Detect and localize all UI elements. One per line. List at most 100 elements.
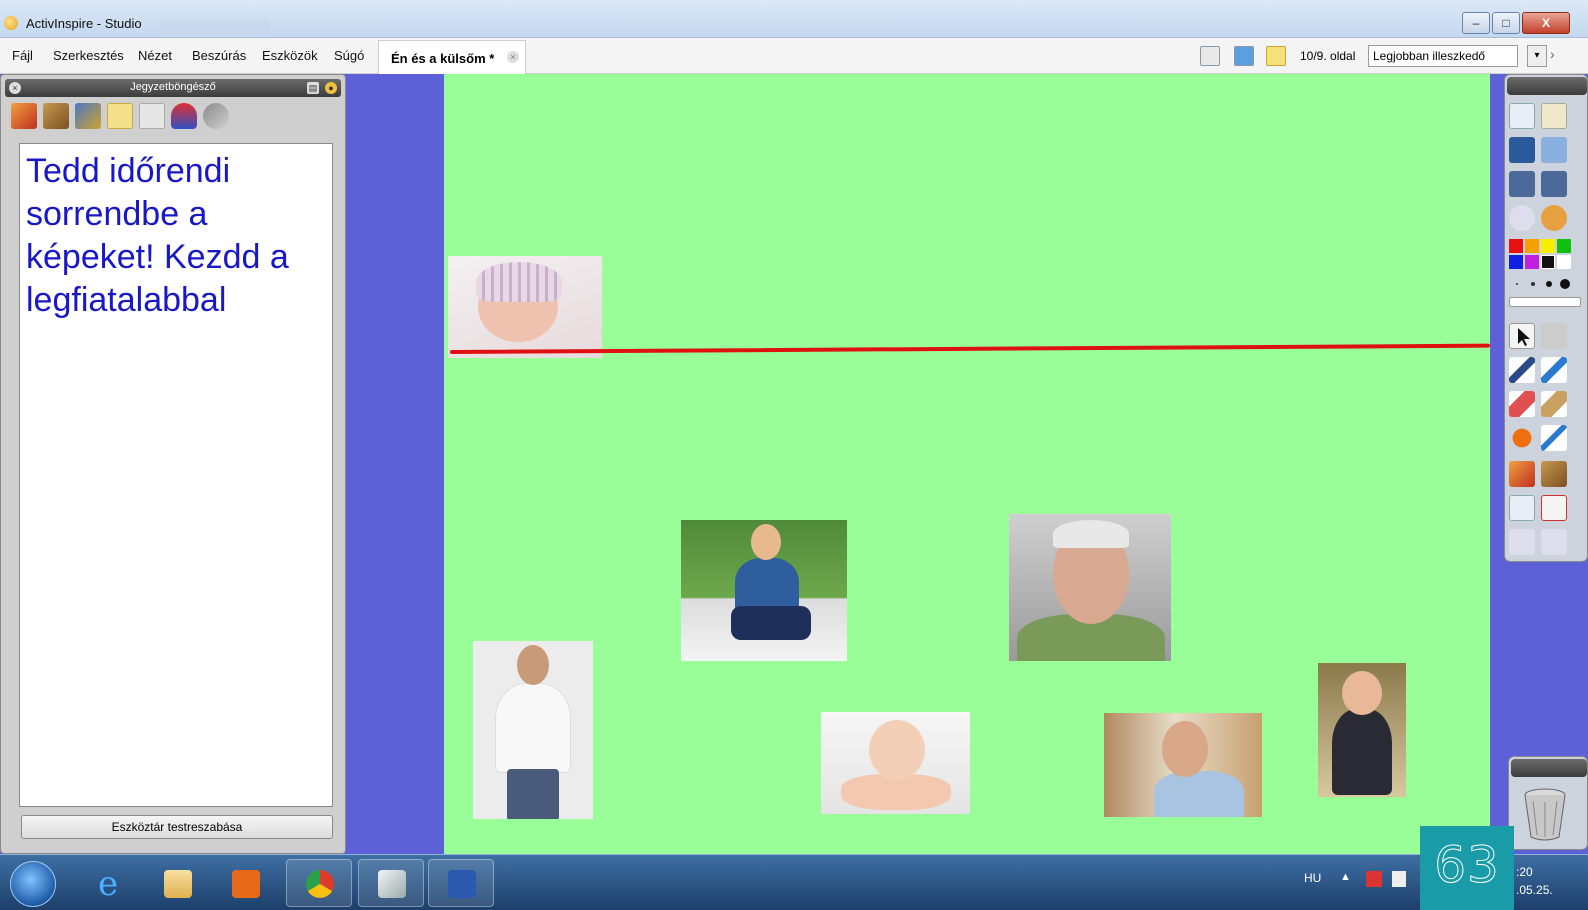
menu-insert[interactable]: Beszúrás bbox=[192, 48, 246, 63]
desktop-tray-icon[interactable] bbox=[1541, 137, 1567, 163]
color-swatch-white[interactable] bbox=[1557, 255, 1571, 269]
voting-browser-tab-icon[interactable] bbox=[203, 103, 229, 129]
color-swatch-yellow[interactable] bbox=[1541, 239, 1555, 253]
desktop-annotate-icon[interactable] bbox=[1509, 137, 1535, 163]
windows-taskbar: e HU ▲ :20 .05.25. bbox=[0, 854, 1588, 910]
resource-browser-tab-icon[interactable] bbox=[43, 103, 69, 129]
clock-time[interactable]: :20 bbox=[1516, 865, 1533, 879]
background-window-tab bbox=[160, 20, 270, 34]
fill-icon[interactable] bbox=[1541, 391, 1567, 417]
color-swatch-blue[interactable] bbox=[1509, 255, 1523, 269]
minimize-button[interactable]: – bbox=[1462, 12, 1490, 34]
internet-explorer-icon: e bbox=[98, 864, 119, 904]
maximize-button[interactable]: □ bbox=[1492, 12, 1520, 34]
document-tab-close-icon[interactable]: × bbox=[507, 51, 519, 63]
panel-menu-icon[interactable]: ● bbox=[325, 82, 337, 94]
adult-man-photo[interactable] bbox=[1104, 713, 1262, 817]
taskbar-file-explorer[interactable] bbox=[144, 859, 210, 907]
resource-browser-icon[interactable] bbox=[1541, 461, 1567, 487]
menu-view[interactable]: Nézet bbox=[138, 48, 172, 63]
toolbox-header bbox=[1507, 77, 1587, 95]
taskbar-internet-explorer[interactable]: e bbox=[78, 859, 144, 907]
pen-width-slider[interactable] bbox=[1509, 297, 1581, 307]
language-indicator[interactable]: HU bbox=[1304, 871, 1321, 885]
shape-icon[interactable] bbox=[1509, 425, 1535, 451]
page-number-badge: 63 bbox=[1420, 826, 1514, 910]
menu-edit[interactable]: Szerkesztés bbox=[53, 48, 124, 63]
eraser-icon[interactable] bbox=[1509, 391, 1535, 417]
color-swatch-purple[interactable] bbox=[1525, 255, 1539, 269]
taskbar-chrome[interactable] bbox=[286, 859, 352, 907]
baby-crawling-photo[interactable] bbox=[821, 712, 970, 814]
panel-title: Jegyzetböngésző bbox=[130, 81, 216, 93]
flipchart-page[interactable] bbox=[444, 74, 1490, 854]
tools-icon[interactable] bbox=[1541, 323, 1567, 349]
menu-tools[interactable]: Eszközök bbox=[262, 48, 318, 63]
taskbar-word[interactable] bbox=[428, 859, 494, 907]
profile-icon[interactable] bbox=[1541, 103, 1567, 129]
action-browser-tab-icon[interactable] bbox=[171, 103, 197, 129]
chrome-icon bbox=[306, 870, 334, 898]
text-icon[interactable] bbox=[1509, 495, 1535, 521]
notes-icon[interactable] bbox=[1266, 46, 1286, 66]
color-swatch-black[interactable] bbox=[1541, 255, 1555, 269]
activinspire-logo-icon bbox=[4, 16, 18, 30]
young-man-standing-photo[interactable] bbox=[473, 641, 593, 819]
reset-page-icon[interactable] bbox=[1541, 495, 1567, 521]
document-tab[interactable]: Én és a külsőm * × bbox=[378, 40, 526, 74]
elderly-man-photo[interactable] bbox=[1009, 514, 1171, 661]
color-swatch-red[interactable] bbox=[1509, 239, 1523, 253]
media-player-icon bbox=[232, 870, 260, 898]
page-browser-icon[interactable] bbox=[1509, 461, 1535, 487]
chevron-down-icon[interactable]: ▾ bbox=[1527, 45, 1547, 67]
clock-date[interactable]: .05.25. bbox=[1516, 883, 1553, 897]
panel-pin-icon[interactable]: ▤ bbox=[307, 82, 319, 94]
connector-icon[interactable] bbox=[1541, 425, 1567, 451]
web-browser-icon[interactable] bbox=[1541, 205, 1567, 231]
trash-icon[interactable] bbox=[1523, 787, 1567, 841]
start-button[interactable] bbox=[10, 861, 56, 907]
redo-icon[interactable] bbox=[1541, 529, 1567, 555]
little-boy-suit-photo[interactable] bbox=[1318, 663, 1406, 797]
zoom-fit-select[interactable]: Legjobban illeszkedő bbox=[1368, 45, 1518, 67]
word-icon bbox=[448, 870, 476, 898]
undo-icon[interactable] bbox=[1509, 529, 1535, 555]
play-icon[interactable] bbox=[1509, 205, 1535, 231]
sleeping-newborn-photo[interactable] bbox=[448, 256, 602, 358]
menu-help[interactable]: Súgó bbox=[334, 48, 364, 63]
activinspire-icon bbox=[378, 870, 406, 898]
dual-user-icon[interactable] bbox=[1234, 46, 1254, 66]
notes-area[interactable]: Tedd időrendi sorrendbe a képeket! Kezdd… bbox=[19, 143, 333, 807]
menu-file[interactable]: Fájl bbox=[12, 48, 33, 63]
network-icon[interactable] bbox=[1392, 871, 1406, 887]
close-window-button[interactable]: X bbox=[1522, 12, 1570, 34]
timeline-line[interactable] bbox=[449, 343, 1490, 354]
trash-panel-header bbox=[1511, 759, 1587, 777]
show-hidden-icons-icon[interactable]: ▲ bbox=[1340, 871, 1351, 883]
main-menu-icon[interactable] bbox=[1509, 103, 1535, 129]
page-view-icon[interactable] bbox=[1200, 46, 1220, 66]
color-swatch-green[interactable] bbox=[1557, 239, 1571, 253]
panel-header: × Jegyzetböngésző ▤ ● bbox=[5, 79, 341, 97]
notes-browser-tab-icon[interactable] bbox=[107, 103, 133, 129]
notes-text[interactable]: Tedd időrendi sorrendbe a képeket! Kezdd… bbox=[26, 150, 326, 322]
action-center-flag-icon[interactable] bbox=[1366, 871, 1382, 887]
select-pointer-icon[interactable] bbox=[1509, 323, 1535, 349]
property-browser-tab-icon[interactable] bbox=[139, 103, 165, 129]
folder-icon bbox=[164, 870, 192, 898]
color-swatch-orange[interactable] bbox=[1525, 239, 1539, 253]
taskbar-activinspire[interactable] bbox=[358, 859, 424, 907]
previous-page-icon[interactable] bbox=[1509, 171, 1535, 197]
child-sitting-photo[interactable] bbox=[681, 520, 847, 661]
customize-toolbar-button[interactable]: Eszköztár testreszabása bbox=[21, 815, 333, 839]
toolbar-overflow-icon[interactable]: › bbox=[1550, 46, 1555, 62]
wastebasket-icon bbox=[1524, 788, 1566, 841]
pen-icon[interactable] bbox=[1509, 357, 1535, 383]
highlighter-icon[interactable] bbox=[1541, 357, 1567, 383]
document-tab-label: Én és a külsőm * bbox=[391, 51, 495, 66]
next-page-icon[interactable] bbox=[1541, 171, 1567, 197]
page-browser-tab-icon[interactable] bbox=[11, 103, 37, 129]
pen-width-dots[interactable] bbox=[1509, 277, 1581, 291]
object-browser-tab-icon[interactable] bbox=[75, 103, 101, 129]
taskbar-media-player[interactable] bbox=[212, 859, 278, 907]
